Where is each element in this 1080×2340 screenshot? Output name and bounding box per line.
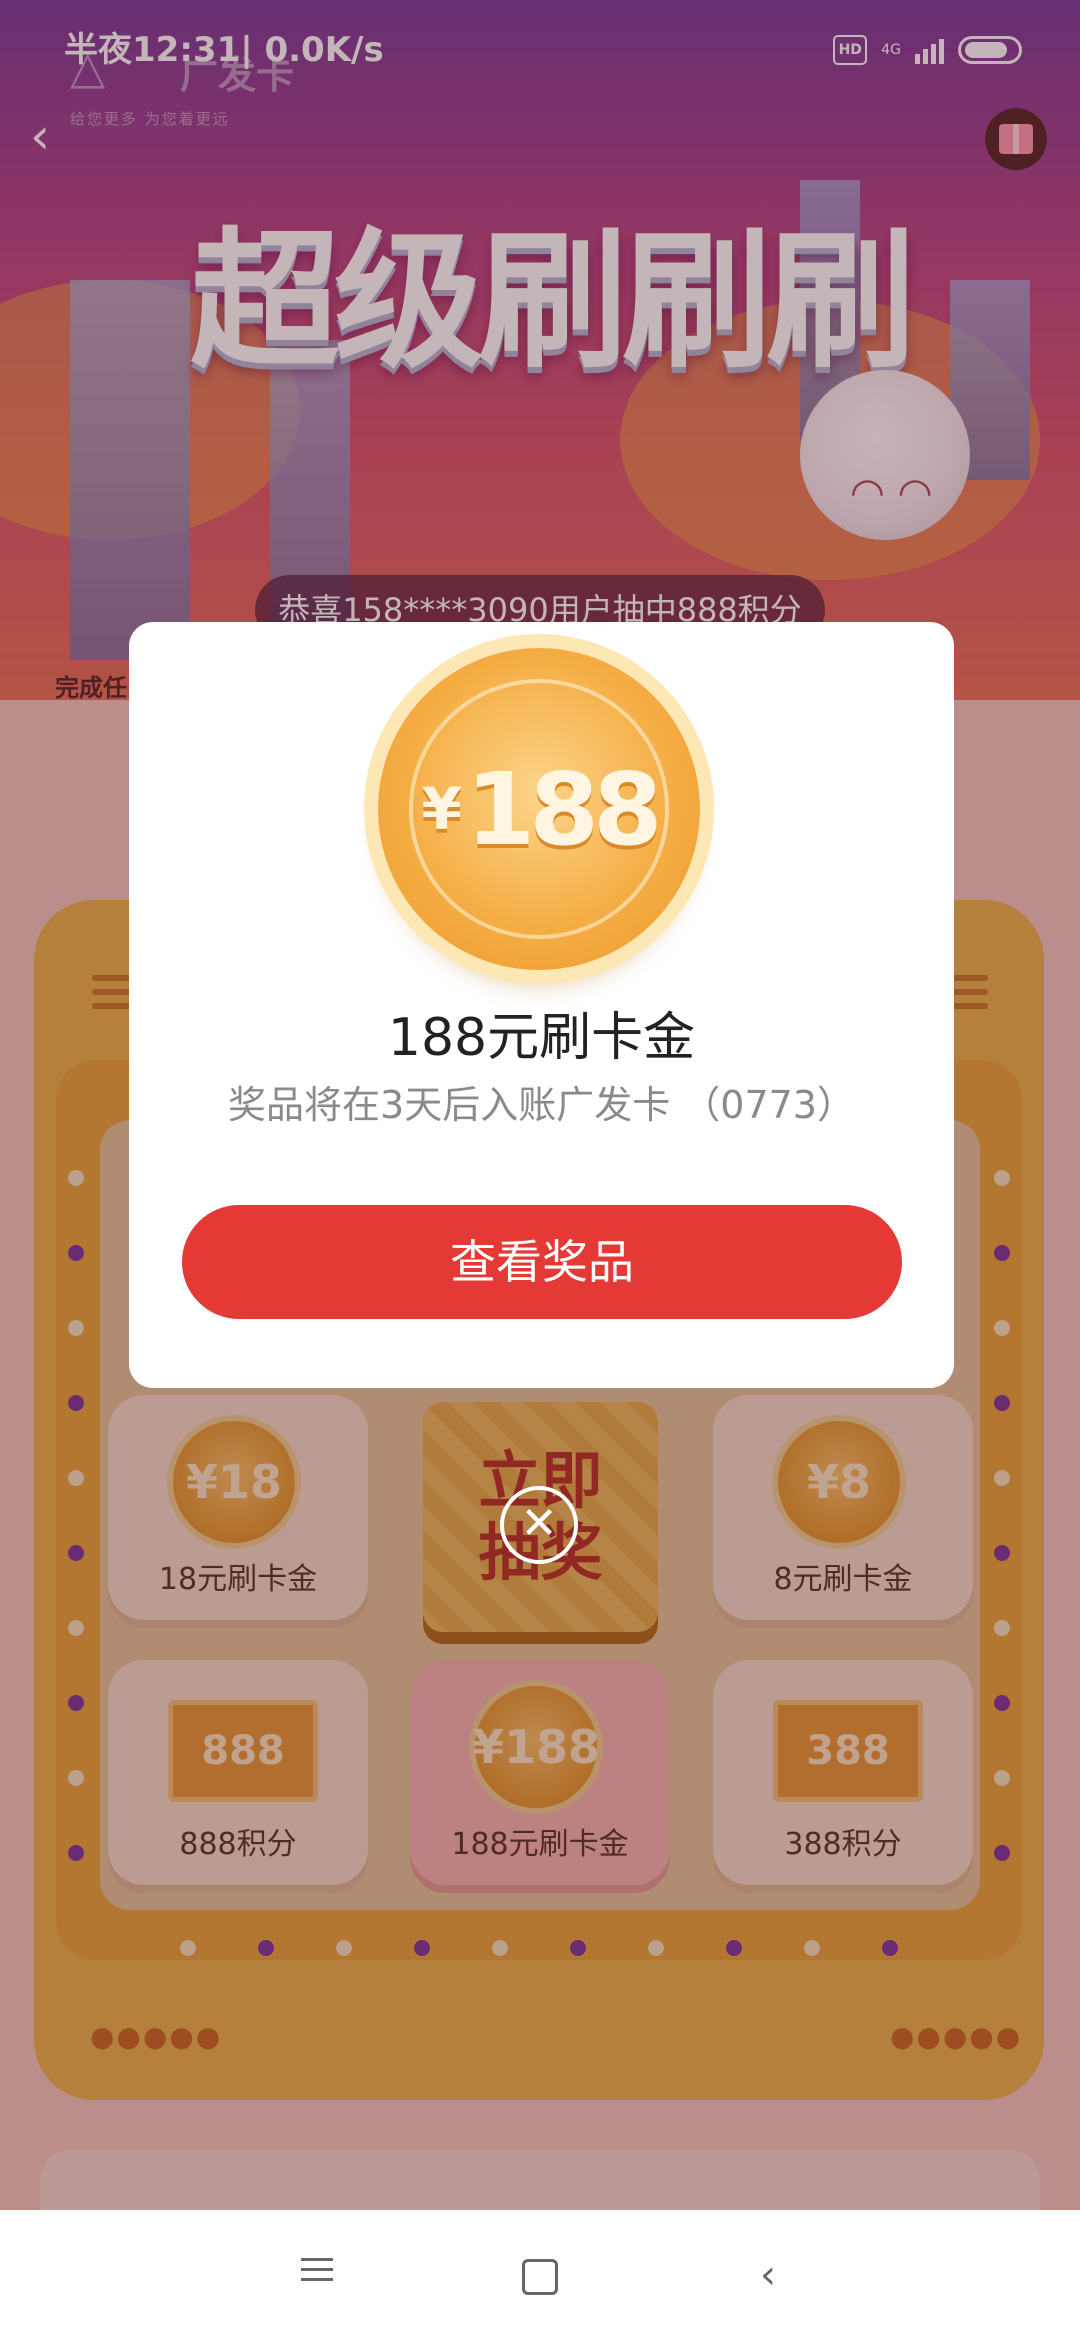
home-button[interactable] <box>505 2240 575 2310</box>
nav-back-button[interactable]: ‹ <box>733 2240 803 2310</box>
coin-face: ¥188 <box>409 679 669 939</box>
menu-button[interactable] <box>282 2240 352 2310</box>
close-button[interactable]: ✕ <box>500 1486 578 1564</box>
close-icon: ✕ <box>520 1498 558 1549</box>
coin-amount: 188 <box>465 750 663 868</box>
coin-188-icon: ¥188 <box>378 648 700 970</box>
prize-title: 188元刷卡金 <box>387 1008 696 1068</box>
system-navbar: ‹ <box>0 2210 1080 2340</box>
nav-back-icon: ‹ <box>760 2252 776 2298</box>
prize-description: 奖品将在3天后入账广发卡 （0773） <box>228 1083 855 1127</box>
menu-icon <box>301 2251 333 2288</box>
coin-yen: ¥ <box>421 775 462 843</box>
home-icon <box>522 2259 558 2295</box>
view-prize-button[interactable]: 查看奖品 <box>182 1205 902 1319</box>
